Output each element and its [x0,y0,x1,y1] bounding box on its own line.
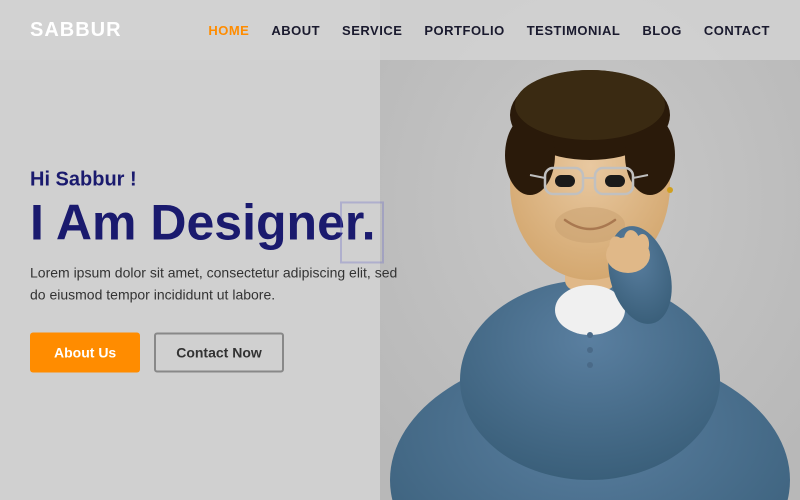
hero-description: Lorem ipsum dolor sit amet, consectetur … [30,261,400,306]
hero-buttons: About Us Contact Now [30,332,400,372]
nav-about[interactable]: ABOUT [271,23,320,38]
nav-links: HOME ABOUT SERVICE PORTFOLIO TESTIMONIAL… [208,23,770,38]
nav-service[interactable]: SERVICE [342,23,402,38]
nav-home[interactable]: HOME [208,23,249,38]
hero-section: SABBUR HOME ABOUT SERVICE PORTFOLIO TEST… [0,0,800,500]
about-us-button[interactable]: About Us [30,332,140,372]
hero-image [380,0,800,500]
hero-subtitle: Hi Sabbur ! [30,168,400,191]
brand-name: SABBUR [30,19,122,42]
hero-title-highlight: Designer. [150,194,375,250]
contact-now-button[interactable]: Contact Now [154,332,284,372]
navbar: SABBUR HOME ABOUT SERVICE PORTFOLIO TEST… [0,0,800,60]
nav-portfolio[interactable]: PORTFOLIO [424,23,504,38]
hero-content: Hi Sabbur ! I Am Designer. Lorem ipsum d… [30,168,400,372]
nav-testimonial[interactable]: TESTIMONIAL [527,23,621,38]
nav-contact[interactable]: CONTACT [704,23,770,38]
hero-title: I Am Designer. [30,197,376,247]
nav-blog[interactable]: BLOG [642,23,682,38]
hero-title-prefix: I Am [30,194,150,250]
